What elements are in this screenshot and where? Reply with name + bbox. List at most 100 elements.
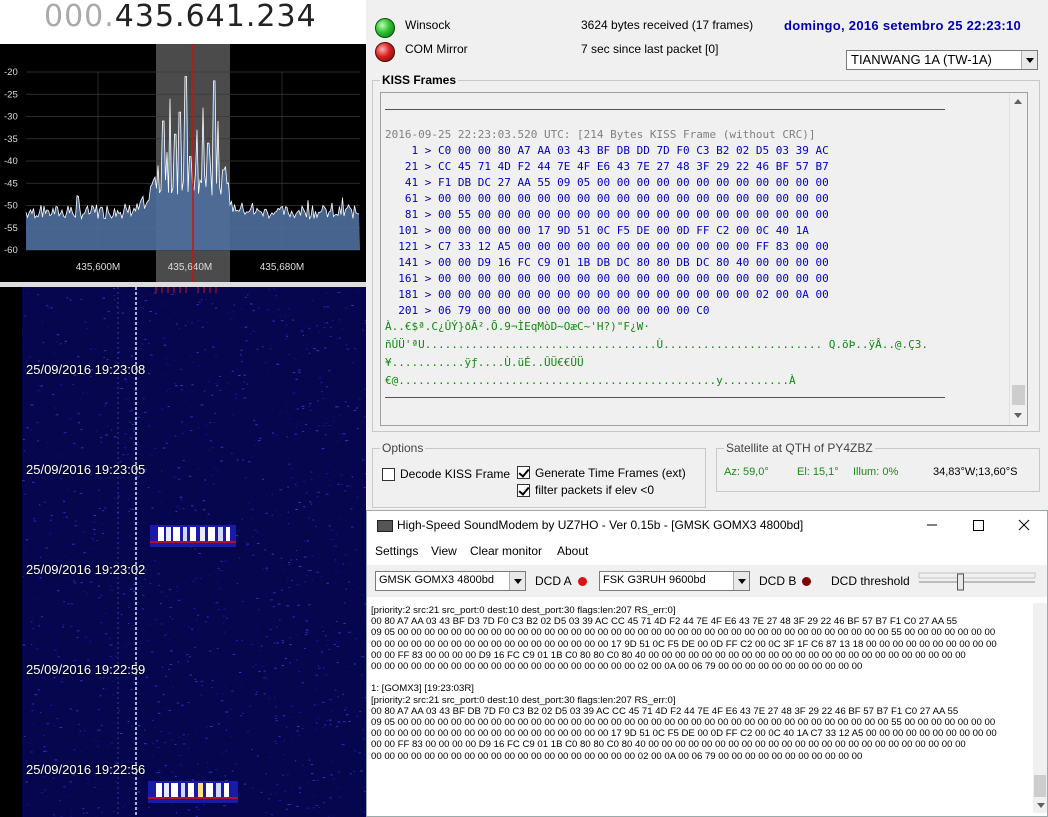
sdr-panel: 000.435.641.234 -20 -25 -30 -35 -40 -45 -50 -55… [0, 0, 366, 817]
decode-kiss-label: Decode KISS Frame [400, 467, 511, 481]
monitor-line: [priority:2 src:21 src_port:0 dest:10 de… [371, 605, 676, 616]
modem-toolbar: GMSK GOMX3 4800bd DCD A FSK G3RUH 9600bd… [367, 565, 1047, 597]
spectrum-plot[interactable]: -20-25-30-35-40-45-50-55-60 435,600M 435,… [0, 44, 366, 282]
kiss-hex-line: 21 > CC 45 71 4D F2 44 7E 4F E6 43 7E 27… [385, 160, 829, 173]
generate-time-frames-checkbox[interactable] [517, 466, 530, 479]
chevron-down-icon[interactable] [509, 572, 525, 590]
satellite-select-value: TIANWANG 1A (TW-1A) [851, 52, 992, 67]
scroll-thumb[interactable] [1012, 385, 1025, 405]
db-tick-label: -50 [4, 201, 18, 212]
chevron-down-icon[interactable] [733, 572, 749, 590]
menu-clear-monitor[interactable]: Clear monitor [470, 544, 542, 558]
dcd-a-label: DCD A [535, 574, 572, 588]
generate-time-frames-label: Generate Time Frames (ext) [535, 466, 686, 480]
kiss-hex-line: 81 > 00 55 00 00 00 00 00 00 00 00 00 00… [385, 208, 829, 221]
frequency-readout: 000.435.641.234 [44, 0, 317, 34]
winsock-label: Winsock [405, 18, 451, 32]
kiss-frames-textarea[interactable]: 2016-09-25 22:23:03.520 UTC: [214 Bytes … [380, 92, 1028, 426]
winsock-status-icon [375, 18, 395, 38]
monitor-textarea[interactable]: [priority:2 src:21 src_port:0 dest:10 de… [369, 603, 1033, 815]
kiss-decoder-window: Winsock COM Mirror 3624 bytes received (… [366, 0, 1048, 510]
waterfall-timestamp: 25/09/2016 19:23:08 [26, 362, 146, 377]
minimize-button[interactable] [909, 511, 955, 539]
monitor-line: 00 00 00 00 00 00 00 00 00 00 00 00 00 0… [371, 728, 997, 740]
azimuth: Az: 59,0° [724, 466, 769, 478]
monitor-line: 00 00 00 00 00 00 00 00 00 00 00 00 00 0… [371, 638, 997, 650]
modem-a-select[interactable]: GMSK GOMX3 4800bd [375, 571, 526, 591]
window-title: High-Speed SoundModem by UZ7HO - Ver 0.1… [397, 518, 804, 532]
filter-elev-label: filter packets if elev <0 [535, 483, 655, 497]
modem-b-select[interactable]: FSK G3RUH 9600bd [599, 571, 750, 591]
bytes-received: 3624 bytes received (17 frames) [581, 18, 754, 32]
modem-a-value: GMSK GOMX3 4800bd [379, 574, 494, 586]
kiss-ascii-line: €@......................................… [385, 374, 796, 387]
kiss-hex-line: 181 > 00 00 00 00 00 00 00 00 00 00 00 0… [385, 288, 829, 301]
monitor-line: 00 00 00 00 00 00 00 00 00 00 00 00 00 0… [371, 750, 863, 762]
dcd-threshold-slider[interactable] [917, 570, 1037, 594]
kiss-hex-line: 161 > 00 00 00 00 00 00 00 00 00 00 00 0… [385, 272, 829, 285]
db-tick-label: -30 [4, 112, 18, 123]
scroll-thumb[interactable] [1034, 775, 1046, 797]
close-icon [1018, 519, 1030, 531]
db-tick-label: -40 [4, 156, 18, 167]
kiss-hex-line: 201 > 06 79 00 00 00 00 00 00 00 00 00 0… [385, 304, 710, 317]
kiss-ascii-line: ñÛÜ'ªU..................................… [385, 338, 929, 351]
decode-kiss-checkbox[interactable] [382, 468, 395, 481]
soundmodem-window: High-Speed SoundModem by UZ7HO - Ver 0.1… [366, 510, 1048, 817]
frequency-main: 435.641.234 [114, 0, 317, 34]
separator-rule [385, 109, 945, 110]
satellite-qth-title: Satellite at QTH of PY4ZBZ [724, 441, 875, 455]
db-tick-label: -25 [4, 89, 18, 100]
freq-tick-label: 435,600M [76, 262, 120, 273]
packet-burst-2 [148, 781, 238, 803]
com-mirror-status-icon [375, 42, 395, 62]
packet-burst-1 [150, 525, 236, 547]
date-time: domingo, 2016 setembro 25 22:23:10 [784, 18, 1022, 33]
monitor-line: [priority:2 src:21 src_port:0 dest:10 de… [371, 694, 676, 706]
slider-thumb[interactable] [957, 573, 964, 591]
waterfall-display[interactable]: 25/09/2016 19:23:08 25/09/2016 19:23:05 … [0, 287, 366, 817]
db-tick-label: -55 [4, 223, 18, 234]
waterfall-timestamp: 25/09/2016 19:23:02 [26, 562, 146, 577]
filter-elev-checkbox[interactable] [517, 484, 530, 497]
kiss-hex-line: 41 > F1 DB DC 27 AA 55 09 05 00 00 00 00… [385, 176, 829, 189]
illumination: Illum: 0% [853, 466, 899, 478]
satellite-select[interactable]: TIANWANG 1A (TW-1A) [846, 50, 1038, 70]
monitor-line: 00 80 A7 AA 03 43 BF D3 7D F0 C3 B2 02 D… [371, 616, 958, 628]
minimize-icon [927, 524, 937, 526]
scroll-down-icon[interactable] [1010, 407, 1027, 424]
waterfall-left-edge [0, 287, 22, 817]
kiss-ascii-line: ¥...........ÿƒ....Ù.üÉ..ÛÜ€€ÛÜ [385, 356, 584, 369]
spectrum-db-labels: -20 -25 -30 -35 -40 -45 -50 -55 -60 [4, 67, 18, 256]
kiss-frame-header: 2016-09-25 22:23:03.520 UTC: [214 Bytes … [385, 128, 816, 141]
kiss-hex-line: 121 > C7 33 12 A5 00 00 00 00 00 00 00 0… [385, 240, 829, 253]
maximize-icon [973, 520, 984, 531]
monitor-line: 00 00 FF 83 00 00 00 00 D9 16 FC C9 01 1… [371, 649, 966, 661]
sub-satellite-coords: 34,83°W;13,60°S [933, 466, 1018, 478]
menu-settings[interactable]: Settings [375, 544, 418, 558]
maximize-button[interactable] [955, 511, 1001, 539]
kiss-hex-line: 141 > 00 00 D9 16 FC C9 01 1B DB DC 80 8… [385, 256, 829, 269]
menu-about[interactable]: About [557, 544, 588, 558]
kiss-hex-line: 101 > 00 00 00 00 00 17 9D 51 0C F5 DE 0… [385, 224, 809, 237]
menu-view[interactable]: View [431, 544, 457, 558]
elevation: El: 15,1° [797, 466, 839, 478]
kiss-scrollbar[interactable] [1009, 93, 1027, 425]
slider-frame [918, 572, 1036, 579]
options-title: Options [380, 441, 426, 455]
monitor-line: 00 00 00 00 00 00 00 00 00 00 00 00 00 0… [371, 661, 863, 672]
scroll-up-icon[interactable] [1010, 93, 1027, 110]
chevron-down-icon[interactable] [1021, 51, 1037, 69]
monitor-line: 1: [GOMX3] [19:23:03R] [371, 683, 474, 695]
menu-bar: Settings View Clear monitor About [367, 541, 1047, 563]
dcd-b-label: DCD B [759, 574, 797, 588]
waterfall-timestamp: 25/09/2016 19:22:59 [26, 662, 146, 677]
scroll-down-icon[interactable] [1033, 797, 1047, 814]
kiss-hex-line: 61 > 00 00 00 00 00 00 00 00 00 00 00 00… [385, 192, 829, 205]
db-tick-label: -60 [4, 245, 18, 256]
waterfall-timestamp: 25/09/2016 19:23:05 [26, 462, 146, 477]
frequency-display[interactable]: 000.435.641.234 [0, 0, 366, 44]
monitor-scrollbar[interactable] [1033, 603, 1047, 813]
monitor-line: 09 05 00 00 00 00 00 00 00 00 00 00 00 0… [371, 627, 996, 639]
close-button[interactable] [1001, 511, 1047, 539]
